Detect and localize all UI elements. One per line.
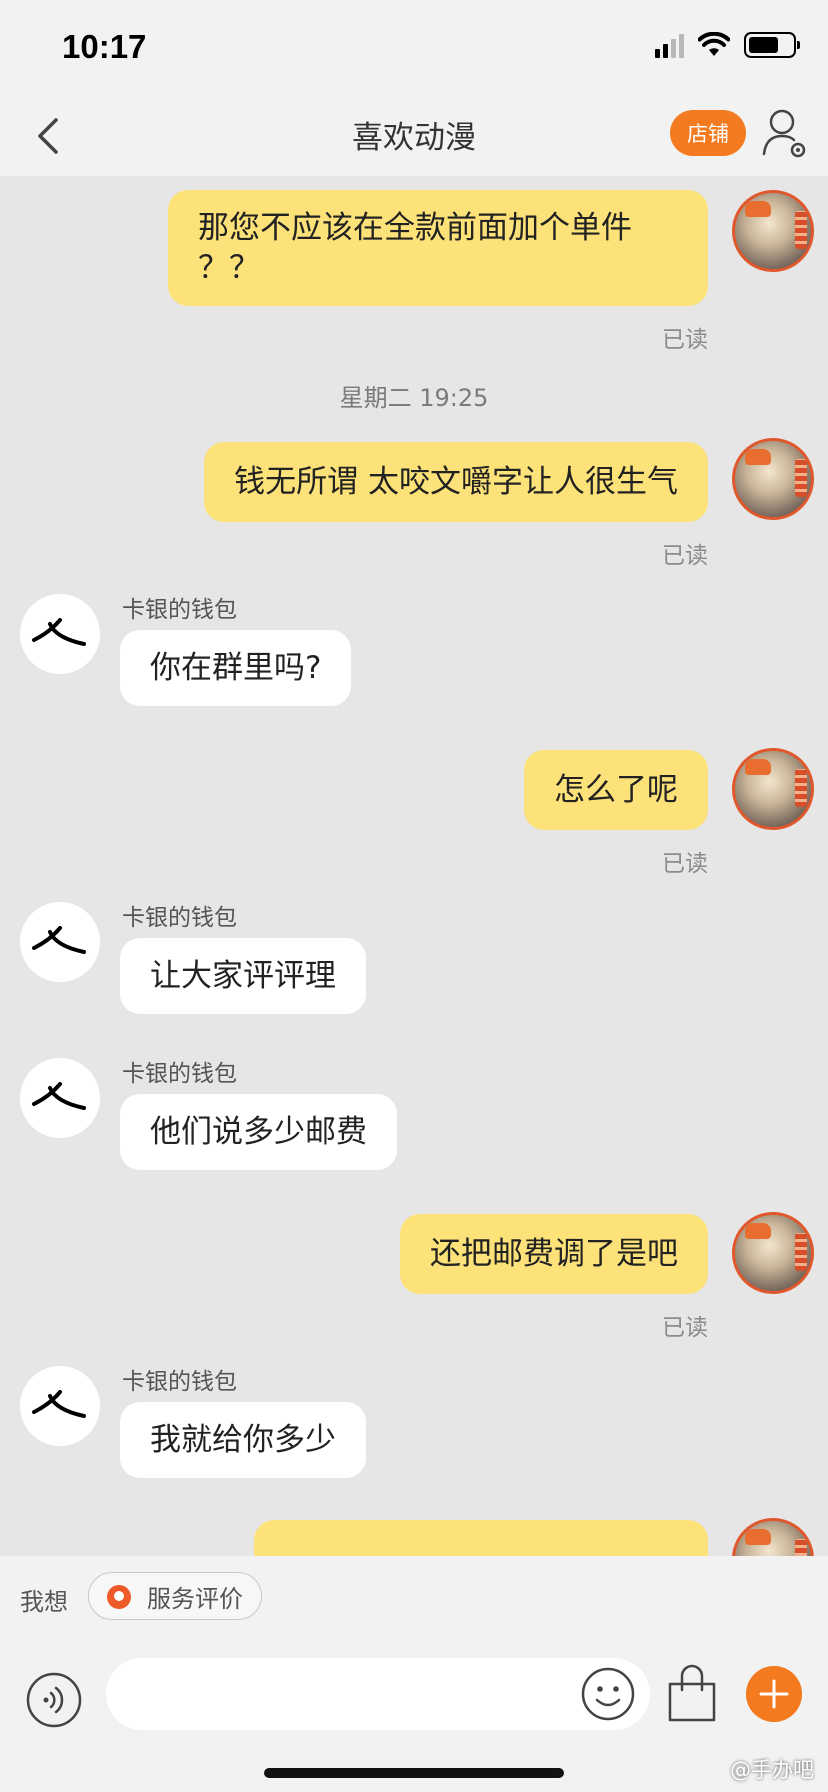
my-avatar[interactable]	[732, 190, 814, 272]
chip-label: 服务评价	[147, 1584, 243, 1613]
status-time: 10:17	[62, 28, 147, 65]
sender-name: 卡银的钱包	[122, 905, 237, 931]
message-text: ？？	[198, 250, 260, 286]
read-status: 已读	[662, 327, 708, 353]
nav-bar: 喜欢动漫 店铺	[0, 96, 828, 176]
message-text: 让大家评评理	[150, 958, 336, 994]
message-text: 我就给你多少	[150, 1422, 336, 1458]
contact-avatar[interactable]	[20, 1058, 100, 1138]
status-bar: 10:17	[0, 0, 828, 96]
rating-icon	[107, 1585, 131, 1609]
message-text: 还把邮费调了是吧	[430, 1236, 678, 1272]
message-text: 钱无所谓 太咬文嚼字让人很生气	[234, 464, 678, 500]
input-bar	[0, 1640, 828, 1792]
contact-message-bubble[interactable]: 他们说多少邮费	[120, 1094, 397, 1170]
battery-icon	[744, 32, 800, 58]
shop-button[interactable]: 店铺	[670, 110, 746, 156]
my-message-bubble[interactable]: 怎么了呢	[524, 750, 708, 830]
chat-messages[interactable]: 那您不应该在全款前面加个单件 ？？ 已读 星期二 19:25 钱无所谓 太咬文嚼…	[0, 176, 828, 1556]
contact-message-bubble[interactable]: 你在群里吗?	[120, 630, 352, 706]
message-text: 你在群里吗?	[150, 650, 322, 686]
contact-message-bubble[interactable]: 我就给你多少	[120, 1402, 366, 1478]
contact-avatar[interactable]	[20, 1366, 100, 1446]
sender-name: 卡银的钱包	[122, 1061, 237, 1087]
cellular-signal-icon	[655, 32, 684, 58]
read-status: 已读	[662, 1315, 708, 1341]
contact-avatar[interactable]	[20, 902, 100, 982]
shopping-bag-icon[interactable]	[664, 1664, 720, 1724]
my-message-bubble[interactable]: 还把邮费调了是吧	[400, 1214, 708, 1294]
my-message-bubble[interactable]: 钱无所谓 太咬文嚼字让人很生气	[204, 442, 708, 522]
my-avatar[interactable]	[732, 1212, 814, 1294]
user-settings-icon[interactable]	[760, 106, 810, 162]
sender-name: 卡银的钱包	[122, 597, 237, 623]
contact-message-bubble[interactable]: 让大家评评理	[120, 938, 366, 1014]
plus-icon[interactable]	[746, 1666, 802, 1722]
my-avatar[interactable]	[732, 1518, 814, 1556]
voice-icon[interactable]	[26, 1672, 82, 1728]
watermark: @手办吧	[730, 1758, 814, 1782]
status-icons	[655, 32, 800, 58]
my-avatar[interactable]	[732, 748, 814, 830]
wifi-icon	[698, 32, 730, 56]
timestamp: 星期二 19:25	[339, 384, 489, 412]
quick-reply-label: 我想	[20, 1588, 68, 1616]
message-input[interactable]	[106, 1658, 650, 1730]
emoji-icon[interactable]	[580, 1666, 636, 1722]
sender-name: 卡银的钱包	[122, 1369, 237, 1395]
read-status: 已读	[662, 543, 708, 569]
message-text: 那您不应该在全款前面加个单件	[198, 210, 632, 246]
my-message-bubble[interactable]: 那您不应该在全款前面加个单件 ？？	[168, 190, 708, 306]
contact-avatar[interactable]	[20, 594, 100, 674]
message-text: 怎么了呢	[554, 772, 678, 808]
my-avatar[interactable]	[732, 438, 814, 520]
home-indicator	[264, 1768, 564, 1778]
message-text: 他们说多少邮费	[150, 1114, 367, 1150]
read-status: 已读	[662, 851, 708, 877]
service-rating-chip[interactable]: 服务评价	[88, 1572, 262, 1620]
quick-reply-bar: 我想 服务评价	[0, 1556, 828, 1640]
my-message-bubble-partial[interactable]	[254, 1520, 708, 1556]
